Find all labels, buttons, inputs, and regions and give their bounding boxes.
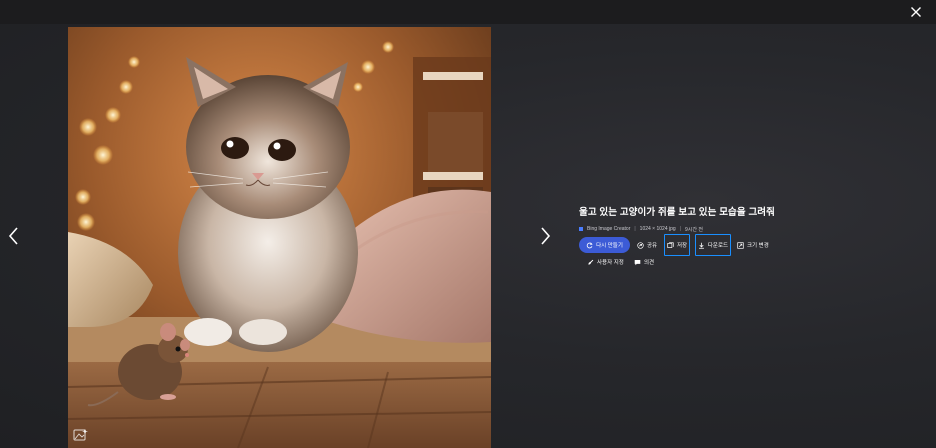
kitten-illustration <box>68 27 491 448</box>
save-label: 저장 <box>676 243 688 249</box>
share-label: 공유 <box>647 243 658 249</box>
generated-image[interactable] <box>68 27 491 448</box>
image-actions: 다시 만들기 공유 저장 다운로드 크기 변경 사용자 지정 의견 <box>579 234 909 275</box>
close-icon <box>911 7 921 17</box>
image-source: Bing Image Creator <box>587 226 631 232</box>
image-created-time: 9시간 전 <box>685 226 703 233</box>
save-button[interactable]: 저장 <box>664 234 690 256</box>
image-meta: Bing Image Creator | 1024 × 1024 jpg | 9… <box>579 225 909 233</box>
image-details-panel: 울고 있는 고양이가 쥐를 보고 있는 모습을 그려줘 Bing Image C… <box>579 207 909 266</box>
resize-button[interactable]: 크기 변경 <box>735 237 771 253</box>
image-viewer: 울고 있는 고양이가 쥐를 보고 있는 모습을 그려줘 Bing Image C… <box>0 0 936 448</box>
meta-separator: | <box>679 226 681 232</box>
refresh-icon <box>586 241 593 248</box>
share-icon <box>637 241 644 249</box>
image-prompt-title: 울고 있는 고양이가 쥐를 보고 있는 모습을 그려줘 <box>579 207 775 218</box>
download-button[interactable]: 다운로드 <box>695 234 731 256</box>
customize-button[interactable]: 사용자 지정 <box>585 254 626 270</box>
collection-icon <box>667 241 674 248</box>
resize-icon <box>737 241 744 249</box>
close-button[interactable] <box>906 2 926 22</box>
next-image-button[interactable] <box>533 216 557 256</box>
chevron-right-icon <box>541 227 551 245</box>
resize-label: 크기 변경 <box>747 243 769 249</box>
feedback-label: 의견 <box>644 260 655 266</box>
viewer-top-bar <box>0 0 936 24</box>
image-creator-icon <box>73 428 89 442</box>
brush-icon <box>588 259 594 265</box>
image-dimensions: 1024 × 1024 jpg <box>639 226 676 232</box>
previous-image-button[interactable] <box>2 216 26 256</box>
customize-label: 사용자 지정 <box>597 260 624 266</box>
download-label: 다운로드 <box>707 243 729 249</box>
meta-separator: | <box>634 226 636 232</box>
share-button[interactable]: 공유 <box>635 237 659 253</box>
bing-logo-icon <box>579 227 583 231</box>
comment-icon <box>634 259 641 265</box>
chevron-left-icon <box>8 227 18 245</box>
regenerate-button[interactable]: 다시 만들기 <box>579 237 630 253</box>
regenerate-label: 다시 만들기 <box>596 243 623 249</box>
download-icon <box>698 242 704 249</box>
feedback-button[interactable]: 의견 <box>632 254 656 270</box>
